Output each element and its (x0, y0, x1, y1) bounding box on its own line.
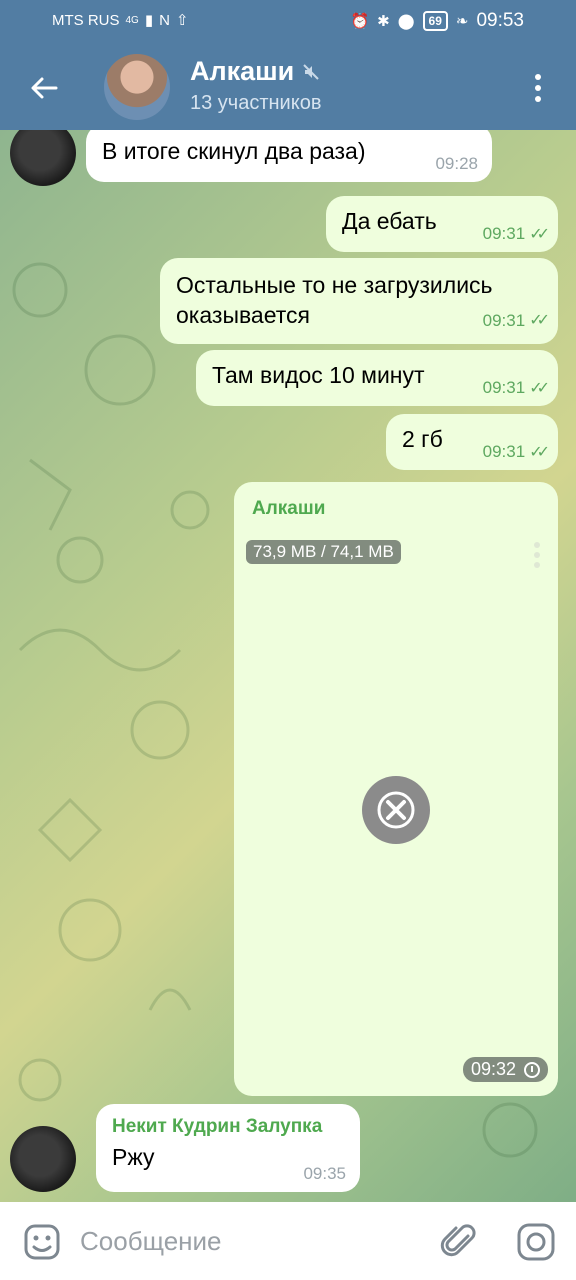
back-button[interactable] (22, 66, 66, 110)
outgoing-message[interactable]: Остальные то не загрузились оказывается … (160, 258, 558, 344)
read-checks-icon: ✓✓ (529, 226, 550, 243)
message-time: 09:28 (435, 154, 478, 173)
forwarded-from-label[interactable]: Алкаши (252, 498, 325, 520)
chat-title-text: Алкаши (190, 56, 295, 86)
group-avatar[interactable] (104, 54, 170, 120)
outgoing-message[interactable]: Да ебать 09:31 ✓✓ (326, 196, 558, 252)
message-input-bar: Сообщение (0, 1202, 576, 1280)
close-icon (377, 791, 415, 829)
battery-indicator: 69 (422, 11, 448, 31)
location-icon: ⬤ (397, 12, 415, 30)
status-bar: MTS RUS 4G ▮ N ⇧ ⏰ ✱ ⬤ 69 ❧ 09:53 (0, 0, 576, 44)
more-dot-icon (534, 552, 540, 558)
cancel-download-button[interactable] (362, 776, 430, 844)
chat-header: Алкаши 13 участников (0, 44, 576, 130)
media-time-badge: 09:32 (462, 1057, 548, 1082)
alarm-icon: ⏰ (350, 12, 370, 30)
emoji-button[interactable] (22, 1222, 62, 1262)
media-message[interactable]: Алкаши 73,9 MB / 74,1 MB 09:32 (234, 482, 558, 1096)
message-time: 09:31 (482, 224, 526, 243)
more-dot-icon (535, 96, 541, 102)
pending-clock-icon (524, 1061, 540, 1078)
camera-button[interactable] (516, 1222, 556, 1262)
message-meta: 09:31 ✓✓ (482, 378, 550, 398)
read-checks-icon: ✓✓ (529, 312, 550, 329)
message-text: Остальные то не загрузились оказывается (176, 272, 493, 328)
arrow-left-icon (31, 77, 58, 99)
more-dot-icon (535, 74, 541, 80)
carrier-label: MTS RUS (52, 12, 120, 29)
read-checks-icon: ✓✓ (529, 380, 550, 397)
message-meta: 09:31 ✓✓ (482, 442, 550, 462)
chat-title[interactable]: Алкаши (190, 56, 320, 87)
instagram-camera-icon (517, 1223, 555, 1261)
message-meta: 09:31 ✓✓ (482, 306, 550, 336)
clock-time: 09:53 (476, 10, 524, 31)
nfc-icon: N (159, 12, 170, 29)
attach-button[interactable] (440, 1222, 480, 1262)
message-text: Да ебать (342, 208, 437, 234)
bluetooth-icon: ✱ (377, 12, 390, 30)
message-text: 2 гб (402, 426, 443, 452)
sticker-smile-icon (24, 1224, 60, 1260)
message-text: Там видос 10 минут (212, 362, 425, 388)
member-count: 13 участников (190, 92, 322, 114)
chat-area[interactable]: В итоге скинул два раза) 09:28 Да ебать … (0, 130, 576, 1202)
message-text: В итоге скинул два раза) (102, 138, 366, 164)
outgoing-message[interactable]: 2 гб 09:31 ✓✓ (386, 414, 558, 470)
message-meta: 09:31 ✓✓ (482, 224, 550, 244)
message-time: 09:31 (482, 311, 526, 330)
network-type-icon: 4G (125, 14, 139, 26)
message-input[interactable]: Сообщение (80, 1226, 222, 1257)
incoming-message[interactable]: Некит Кудрин Залупка Ржу 09:35 (96, 1104, 360, 1192)
incoming-message[interactable]: В итоге скинул два раза) 09:28 (86, 130, 492, 182)
message-time: 09:32 (470, 1059, 516, 1079)
paperclip-icon (440, 1224, 476, 1257)
more-dot-icon (535, 85, 541, 91)
leaf-icon: ❧ (455, 12, 469, 30)
download-progress-label: 73,9 MB / 74,1 MB (246, 540, 401, 564)
more-dot-icon (534, 542, 540, 548)
sender-avatar[interactable] (10, 1126, 76, 1192)
more-options-button[interactable] (524, 68, 552, 108)
message-time: 09:35 (303, 1164, 346, 1183)
sender-name[interactable]: Некит Кудрин Залупка (112, 1116, 344, 1138)
message-time: 09:31 (482, 442, 526, 461)
outgoing-message[interactable]: Там видос 10 минут 09:31 ✓✓ (196, 350, 558, 406)
signal-icon: ▮ (144, 12, 154, 29)
media-options-button[interactable] (534, 542, 540, 568)
read-checks-icon: ✓✓ (529, 444, 550, 461)
more-dot-icon (534, 562, 540, 568)
muted-icon (303, 63, 320, 80)
message-time: 09:31 (482, 378, 526, 397)
upload-icon: ⇧ (175, 12, 189, 29)
